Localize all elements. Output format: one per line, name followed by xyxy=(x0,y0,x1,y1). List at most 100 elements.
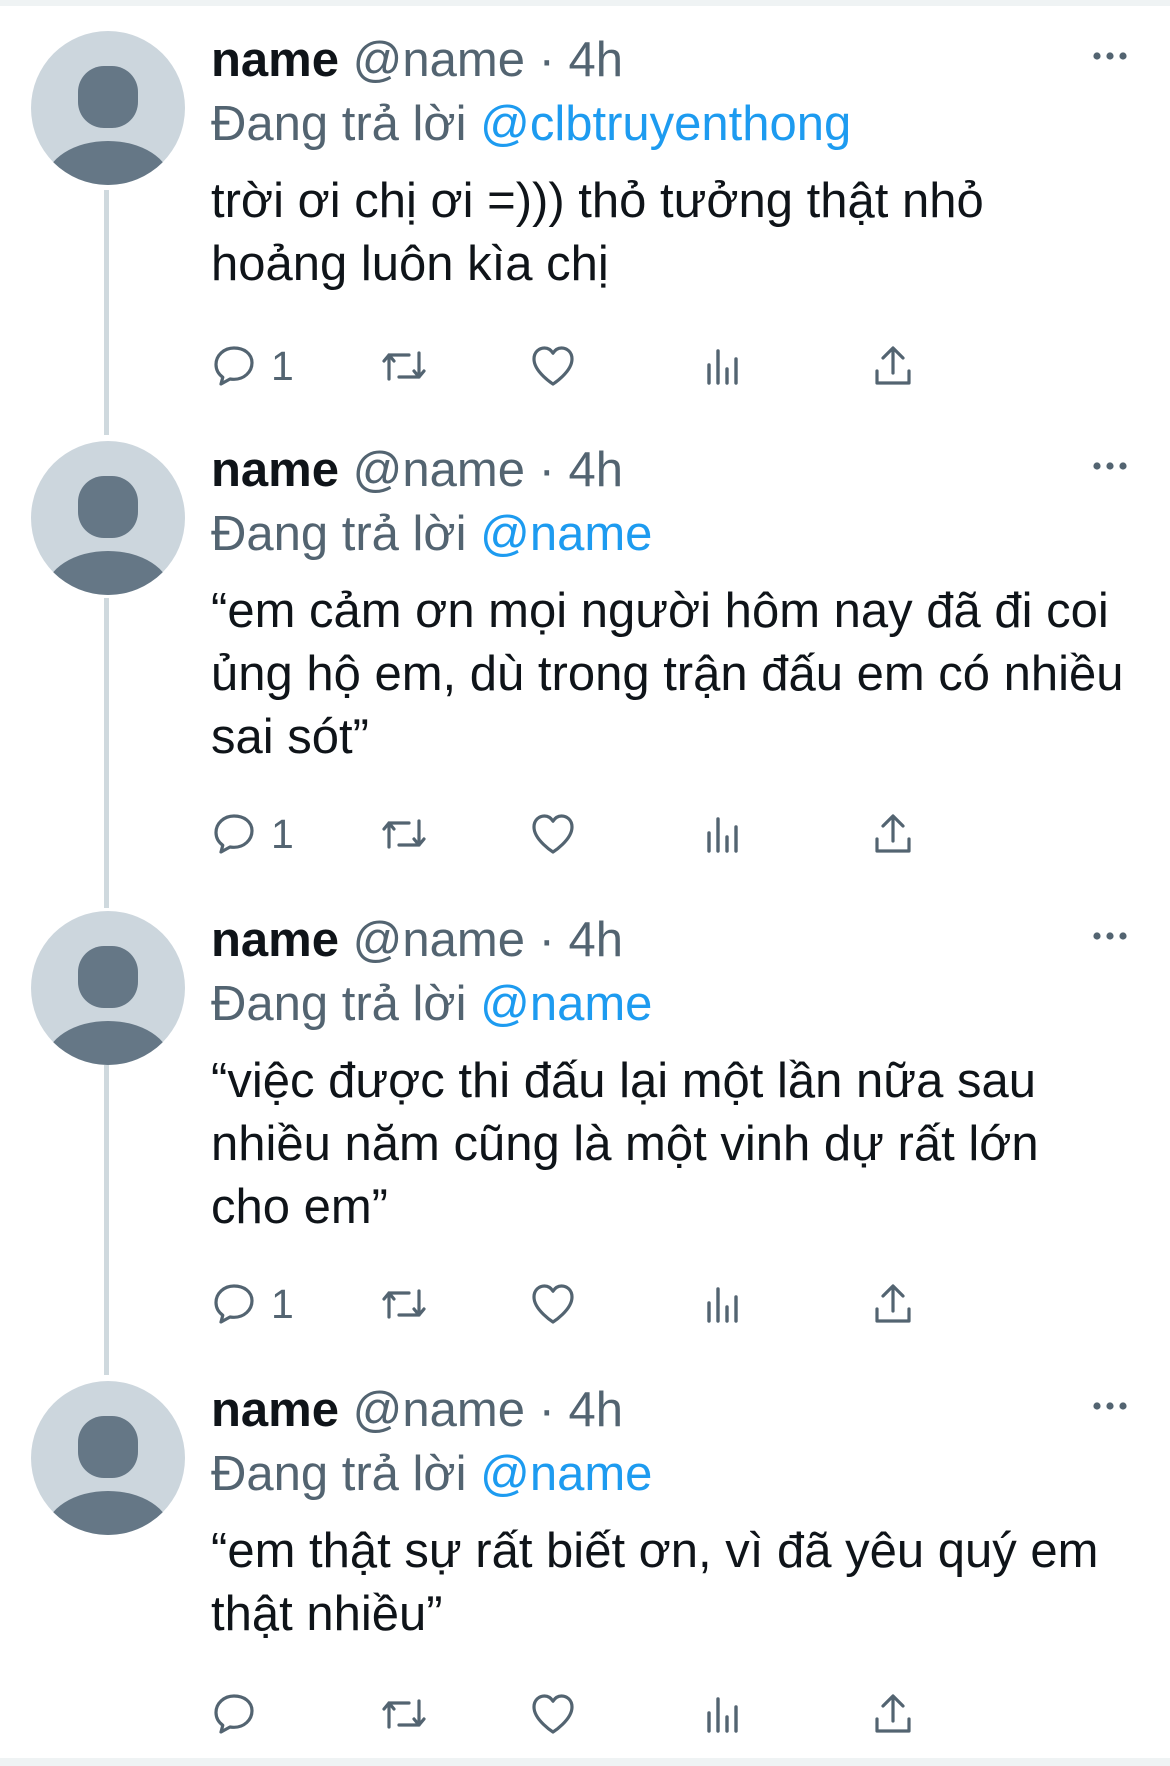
share-icon xyxy=(875,346,911,385)
like-button[interactable] xyxy=(529,1684,577,1744)
tweet[interactable]: name @name · 4h Đang trả lời @name “em c… xyxy=(0,410,1170,870)
tweet-text: “em cảm ơn mọi người hôm nay đã đi coi ủ… xyxy=(211,584,1124,764)
timestamp[interactable]: 4h xyxy=(569,33,624,87)
mention-link[interactable]: @name xyxy=(480,977,652,1031)
share-button[interactable] xyxy=(871,804,915,864)
share-icon xyxy=(875,1694,911,1733)
reply-icon xyxy=(214,1284,254,1324)
views-icon xyxy=(707,1697,738,1733)
reply-count: 1 xyxy=(271,343,294,389)
retweet-icon xyxy=(382,1289,426,1319)
views-icon xyxy=(707,349,738,385)
like-button[interactable] xyxy=(529,1274,577,1334)
retweet-button[interactable] xyxy=(378,336,430,396)
mention-link[interactable]: @name xyxy=(480,1447,652,1501)
replying-to: Đang trả lời @name xyxy=(211,503,652,565)
share-icon xyxy=(875,1284,911,1323)
user-handle[interactable]: @name xyxy=(353,913,525,967)
share-button[interactable] xyxy=(871,1274,915,1334)
replying-to: Đang trả lời @name xyxy=(211,1443,652,1505)
views-button[interactable] xyxy=(703,804,743,864)
separator-dot: · xyxy=(538,33,555,87)
views-button[interactable] xyxy=(703,1684,743,1744)
like-icon xyxy=(532,1694,574,1734)
avatar-placeholder-icon xyxy=(46,66,170,185)
tweet[interactable]: name @name · 4h Đang trả lời @clbtruyent… xyxy=(0,0,1170,430)
views-icon xyxy=(707,1287,738,1323)
more-icon[interactable] xyxy=(1090,926,1130,946)
share-icon xyxy=(875,814,911,853)
avatar[interactable] xyxy=(31,1381,185,1535)
tweet-header: name @name · 4h xyxy=(211,910,623,970)
user-handle[interactable]: @name xyxy=(353,443,525,497)
tweet-text: trời ơi chị ơi =))) thỏ tưởng thật nhỏ h… xyxy=(211,174,984,291)
share-button[interactable] xyxy=(871,336,915,396)
separator-dot: · xyxy=(538,1383,555,1437)
action-bar: 1 xyxy=(211,804,1131,864)
avatar[interactable] xyxy=(31,911,185,1065)
display-name[interactable]: name xyxy=(211,1383,339,1437)
timestamp[interactable]: 4h xyxy=(569,1383,624,1437)
tweet-header: name @name · 4h xyxy=(211,1380,623,1440)
more-icon[interactable] xyxy=(1090,456,1130,476)
like-icon xyxy=(532,814,574,854)
reply-icon xyxy=(214,1694,254,1734)
avatar-placeholder-icon xyxy=(46,946,170,1065)
avatar-placeholder-icon xyxy=(46,476,170,595)
replying-label: Đang trả lời xyxy=(211,1447,467,1501)
tweet[interactable]: name @name · 4h Đang trả lời @name “việc… xyxy=(0,880,1170,1340)
like-icon xyxy=(532,1284,574,1324)
retweet-button[interactable] xyxy=(378,1274,430,1334)
display-name[interactable]: name xyxy=(211,443,339,497)
reply-button[interactable] xyxy=(211,1684,271,1744)
more-icon[interactable] xyxy=(1090,1396,1130,1416)
replying-label: Đang trả lời xyxy=(211,507,467,561)
display-name[interactable]: name xyxy=(211,913,339,967)
views-icon xyxy=(707,817,738,853)
like-icon xyxy=(532,346,574,386)
action-bar: 1 xyxy=(211,336,1131,396)
reply-button[interactable]: 1 xyxy=(211,804,294,864)
separator-dot: · xyxy=(538,443,555,497)
reply-icon xyxy=(214,814,254,854)
retweet-icon xyxy=(382,1699,426,1729)
tweet-header: name @name · 4h xyxy=(211,440,623,500)
timestamp[interactable]: 4h xyxy=(569,913,624,967)
tweet-header: name @name · 4h xyxy=(211,30,623,90)
reply-button[interactable]: 1 xyxy=(211,1274,294,1334)
display-name[interactable]: name xyxy=(211,33,339,87)
reply-count: 1 xyxy=(271,1281,294,1327)
bottom-divider xyxy=(0,1758,1170,1766)
tweet-text: “em thật sự rất biết ơn, vì đã yêu quý e… xyxy=(211,1524,1099,1641)
avatar-placeholder-icon xyxy=(46,1416,170,1535)
retweet-icon xyxy=(382,351,426,381)
user-handle[interactable]: @name xyxy=(353,1383,525,1437)
tweet-text: “việc được thi đấu lại một lần nữa sau n… xyxy=(211,1054,1039,1234)
replying-to: Đang trả lời @name xyxy=(211,973,652,1035)
replying-label: Đang trả lời xyxy=(211,97,467,151)
reply-button[interactable]: 1 xyxy=(211,336,294,396)
views-button[interactable] xyxy=(703,336,743,396)
avatar[interactable] xyxy=(31,441,185,595)
tweet[interactable]: name @name · 4h Đang trả lời @name “em t… xyxy=(0,1350,1170,1760)
mention-link[interactable]: @name xyxy=(480,507,652,561)
reply-icon xyxy=(214,346,254,386)
reply-count: 1 xyxy=(271,811,294,857)
like-button[interactable] xyxy=(529,336,577,396)
mention-link[interactable]: @clbtruyenthong xyxy=(480,97,851,151)
replying-to: Đang trả lời @clbtruyenthong xyxy=(211,93,851,155)
timestamp[interactable]: 4h xyxy=(569,443,624,497)
separator-dot: · xyxy=(538,913,555,967)
retweet-icon xyxy=(382,819,426,849)
avatar[interactable] xyxy=(31,31,185,185)
retweet-button[interactable] xyxy=(378,1684,430,1744)
like-button[interactable] xyxy=(529,804,577,864)
action-bar xyxy=(211,1684,1131,1744)
replying-label: Đang trả lời xyxy=(211,977,467,1031)
more-icon[interactable] xyxy=(1090,46,1130,66)
views-button[interactable] xyxy=(703,1274,743,1334)
user-handle[interactable]: @name xyxy=(353,33,525,87)
share-button[interactable] xyxy=(871,1684,915,1744)
action-bar: 1 xyxy=(211,1274,1131,1334)
retweet-button[interactable] xyxy=(378,804,430,864)
